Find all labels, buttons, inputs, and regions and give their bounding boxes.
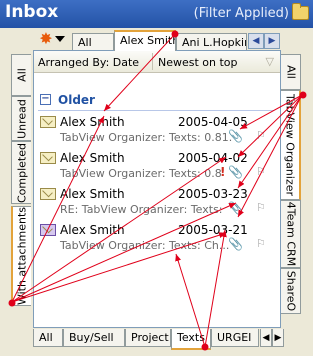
arranged-by-header[interactable]: Arranged By: Date <box>38 56 139 69</box>
left-tab-completed[interactable]: Completed <box>11 141 31 204</box>
folder-title: Inbox <box>5 2 59 22</box>
top-tab-all[interactable]: All <box>72 33 114 50</box>
bottom-tab-texts[interactable]: Texts <box>171 329 211 350</box>
bottom-tab-buy-sell[interactable]: Buy/Sell <box>63 329 125 347</box>
sort-order-header[interactable]: Newest on top <box>158 56 238 69</box>
message-date: 2005-03-23 <box>178 187 248 201</box>
left-tab-with-attachments[interactable]: With attachments <box>11 206 31 306</box>
group-header-older[interactable]: − Older <box>38 91 274 111</box>
bottom-tab-urgent[interactable]: URGEI <box>211 329 259 347</box>
message-date: 2005-04-02 <box>178 151 248 165</box>
flag-icon[interactable]: ⚐ <box>256 165 266 178</box>
folder-icon[interactable] <box>292 3 309 20</box>
importance-icon: ! <box>220 165 226 179</box>
message-row[interactable]: Alex Smith 2005-04-05 TabView Organizer:… <box>38 113 274 147</box>
envelope-forward-icon <box>40 224 56 236</box>
message-date: 2005-03-21 <box>178 223 248 237</box>
message-from: Alex Smith <box>60 187 125 201</box>
message-subject: TabView Organizer: Texts: Ch... <box>60 239 230 252</box>
flag-icon[interactable]: ⚐ <box>256 201 266 214</box>
message-from: Alex Smith <box>60 151 125 165</box>
message-row[interactable]: Alex Smith 2005-03-21 TabView Organizer:… <box>38 221 274 255</box>
attachment-icon: 📎 <box>228 129 243 143</box>
envelope-icon <box>40 116 56 128</box>
message-row[interactable]: Alex Smith 2005-04-02 TabView Organizer:… <box>38 149 274 183</box>
top-tabs-next-button[interactable]: ▶ <box>264 33 280 49</box>
filter-status[interactable]: (Filter Applied) <box>194 6 289 21</box>
right-tab-tabview-organizer[interactable]: TabView Organizer <box>281 90 301 200</box>
message-subject: TabView Organizer: Texts: 0.81. <box>60 131 233 144</box>
top-tabs-prev-button[interactable]: ◀ <box>248 33 264 49</box>
column-divider <box>152 53 153 70</box>
attachment-icon: 📎 <box>228 201 243 215</box>
funnel-icon[interactable]: ▽ <box>266 55 274 68</box>
message-subject: TabView Organizer: Texts: 0.8 <box>60 167 222 180</box>
collapse-toggle[interactable]: − <box>40 94 51 105</box>
message-from: Alex Smith <box>60 223 125 237</box>
message-date: 2005-04-05 <box>178 115 248 129</box>
group-label: Older <box>58 93 95 107</box>
right-tab-shareo[interactable]: ShareO <box>281 268 301 314</box>
left-tab-all[interactable]: All <box>11 54 31 96</box>
star-icon[interactable]: ✸ <box>38 31 54 47</box>
bottom-tab-project[interactable]: Project <box>125 329 171 347</box>
right-tab-all[interactable]: All <box>281 54 301 90</box>
envelope-icon <box>40 188 56 200</box>
top-tab-alex-smith[interactable]: Alex Smith <box>114 30 176 51</box>
top-tab-ani-hopkins[interactable]: Ani L.Hopkins <box>176 33 247 50</box>
dropdown-arrow-icon[interactable] <box>55 36 65 42</box>
bottom-tabs-next-button[interactable]: ▶ <box>272 329 284 347</box>
message-subject: RE: TabView Organizer: Texts: <box>60 203 223 216</box>
message-from: Alex Smith <box>60 115 125 129</box>
flag-icon[interactable]: ⚐ <box>256 129 266 142</box>
message-row[interactable]: Alex Smith 2005-03-23 RE: TabView Organi… <box>38 185 274 219</box>
right-tab-4team-crm[interactable]: 4Team CRM <box>281 200 301 268</box>
attachment-icon: 📎 <box>228 165 243 179</box>
title-bar: Inbox (Filter Applied) <box>0 0 313 28</box>
attachment-icon: 📎 <box>228 237 243 251</box>
envelope-icon <box>40 152 56 164</box>
bottom-tabs-prev-button[interactable]: ◀ <box>260 329 272 347</box>
bottom-tab-all[interactable]: All <box>33 329 63 347</box>
flag-icon[interactable]: ⚐ <box>256 237 266 250</box>
column-header: Arranged By: Date Newest on top ▽ <box>34 51 280 73</box>
left-tab-unread[interactable]: Unread <box>11 96 31 141</box>
